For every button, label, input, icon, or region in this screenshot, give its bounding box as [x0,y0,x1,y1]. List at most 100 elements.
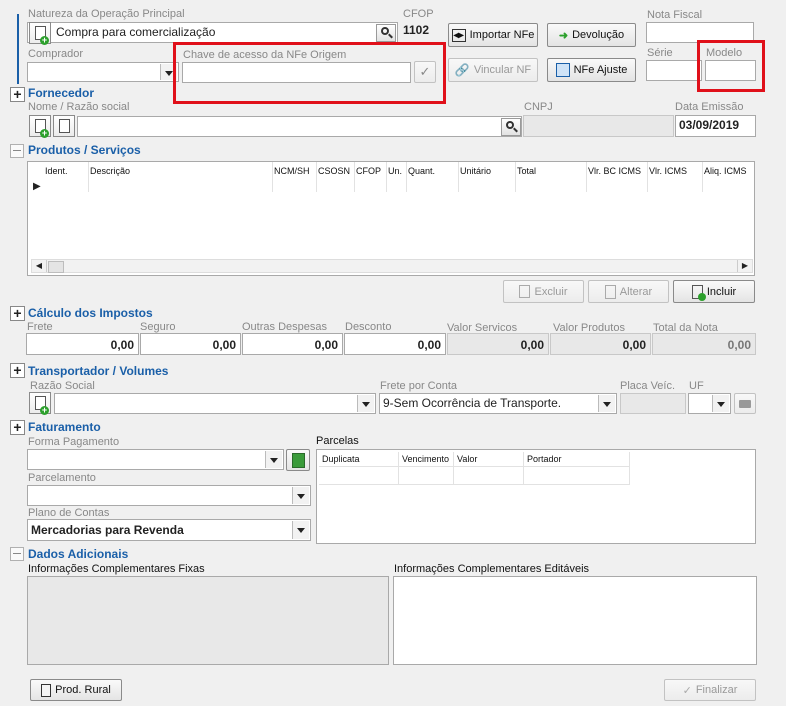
grid-col-divider [523,452,524,485]
grid-col-divider [316,162,317,192]
chevron-down-icon[interactable] [292,521,309,539]
serie-field[interactable] [646,60,702,81]
grid-col-divider [647,162,648,192]
devolucao-button[interactable]: ➜ Devolução [547,23,636,47]
col-vlr-bc-icms: Vlr. BC ICMS [588,166,642,176]
fornecedor-nome-label: Nome / Razão social [28,101,130,113]
adicionais-title: Dados Adicionais [28,547,129,561]
scroll-left-icon[interactable]: ◀ [32,260,47,272]
forma-pagamento-select[interactable] [27,449,284,470]
plano-contas-value: Mercadorias para Revenda [31,523,184,537]
parcelas-label: Parcelas [316,435,359,447]
vincular-nf-button[interactable]: 🔗 Vincular NF [448,58,538,82]
chevron-down-icon[interactable] [265,451,282,468]
frete-conta-select[interactable]: 9-Sem Ocorrência de Transporte. [379,393,617,414]
finalizar-button[interactable]: ✓ Finalizar [664,679,756,701]
col-total: Total [517,166,537,176]
trash-icon [519,285,531,298]
alterar-button[interactable]: Alterar [588,280,669,303]
accent-line [17,14,19,84]
placa-field [620,393,686,414]
excluir-button[interactable]: Excluir [503,280,584,303]
produtos-title: Produtos / Serviços [28,143,141,157]
col-aliq-icms: Aliq. ICMS [704,166,747,176]
parcelas-grid[interactable]: Duplicata Vencimento Valor Portador [316,449,756,544]
import-nfe-label: Importar NFe [469,29,535,41]
col-descricao: Descrição [90,166,131,176]
adjust-icon [555,63,570,77]
grid-col-divider [406,162,407,192]
plano-contas-label: Plano de Contas [28,507,110,519]
link-icon: 🔗 [454,63,470,77]
frete-field[interactable]: 0,00 [26,333,139,355]
chevron-down-icon[interactable] [712,395,729,412]
grid-col-divider [453,452,454,485]
fornecedor-details-icon[interactable] [53,115,75,137]
forma-pagamento-label: Forma Pagamento [28,436,120,448]
import-arrows-icon: ◂▸ [451,28,466,42]
fornecedor-nome-field[interactable] [77,116,522,137]
razao-social-label: Razão Social [30,380,95,392]
produtos-grid[interactable]: Ident. Descrição NCM/SH CSOSN CFOP Un. Q… [27,161,755,276]
fixas-textarea [27,576,389,665]
prod-rural-button[interactable]: Prod. Rural [30,679,122,701]
search-natureza-icon[interactable] [376,24,396,42]
import-nfe-button[interactable]: ◂▸ Importar NFe [448,23,538,47]
comprador-label: Comprador [28,48,84,60]
new-fornecedor-icon[interactable] [29,115,51,138]
new-transportador-icon[interactable] [29,392,51,415]
incluir-label: Incluir [706,285,737,298]
calculator-button[interactable] [286,449,310,471]
expand-transportador-icon[interactable]: + [10,363,25,378]
col-un: Un. [388,166,403,176]
new-natureza-icon[interactable] [29,22,51,45]
search-fornecedor-icon[interactable] [501,118,521,136]
data-emissao-field[interactable]: 03/09/2019 [675,115,756,137]
parcelamento-select[interactable] [27,485,311,506]
valor-servicos-field: 0,00 [447,333,549,355]
parcelamento-label: Parcelamento [28,472,96,484]
expand-faturamento-icon[interactable]: + [10,420,25,435]
scroll-thumb[interactable] [48,261,64,273]
natureza-label: Natureza da Operação Principal [28,8,185,20]
col-unitario: Unitário [460,166,492,176]
incluir-button[interactable]: Incluir [673,280,755,303]
produtos-header: Ident. Descrição NCM/SH CSOSN CFOP Un. Q… [28,162,754,180]
impostos-title: Cálculo dos Impostos [28,306,153,320]
chevron-down-icon[interactable] [292,487,309,504]
razao-social-select[interactable] [54,393,376,414]
natureza-field[interactable]: Compra para comercialização [27,22,398,43]
comprador-select[interactable] [27,62,179,82]
col-vencimento: Vencimento [402,454,450,464]
desconto-field[interactable]: 0,00 [344,333,446,355]
scroll-right-icon[interactable]: ▶ [737,260,752,272]
nfe-ajuste-button[interactable]: NFe Ajuste [547,58,636,82]
edit-doc-icon [604,284,616,299]
uf-select[interactable] [688,393,731,414]
calculator-icon [291,452,305,468]
editaveis-textarea[interactable] [393,576,757,665]
placa-label: Placa Veíc. [620,380,676,392]
grid-col-divider [586,162,587,192]
check-icon: ✓ [682,684,692,697]
seguro-field[interactable]: 0,00 [140,333,241,355]
chevron-down-icon[interactable] [357,395,374,412]
truck-button[interactable] [734,393,756,414]
plano-contas-select[interactable]: Mercadorias para Revenda [27,519,311,541]
nfe-ajuste-label: NFe Ajuste [573,64,628,76]
fixas-label: Informações Complementares Fixas [28,563,205,575]
expand-impostos-icon[interactable]: + [10,306,25,321]
expand-fornecedor-icon[interactable]: + [10,87,25,102]
grid-col-divider [458,162,459,192]
chevron-down-icon[interactable] [598,395,615,412]
finalizar-label: Finalizar [695,684,738,696]
outras-despesas-field[interactable]: 0,00 [242,333,343,355]
seguro-label: Seguro [140,321,176,333]
collapse-adicionais-icon[interactable] [10,547,24,561]
nota-fiscal-label: Nota Fiscal [647,9,703,21]
total-nota-field: 0,00 [652,333,756,355]
grid-col-divider [515,162,516,192]
horizontal-scrollbar[interactable]: ◀ ▶ [31,259,753,273]
collapse-produtos-icon[interactable] [10,144,24,158]
frete-label: Frete [27,321,53,333]
